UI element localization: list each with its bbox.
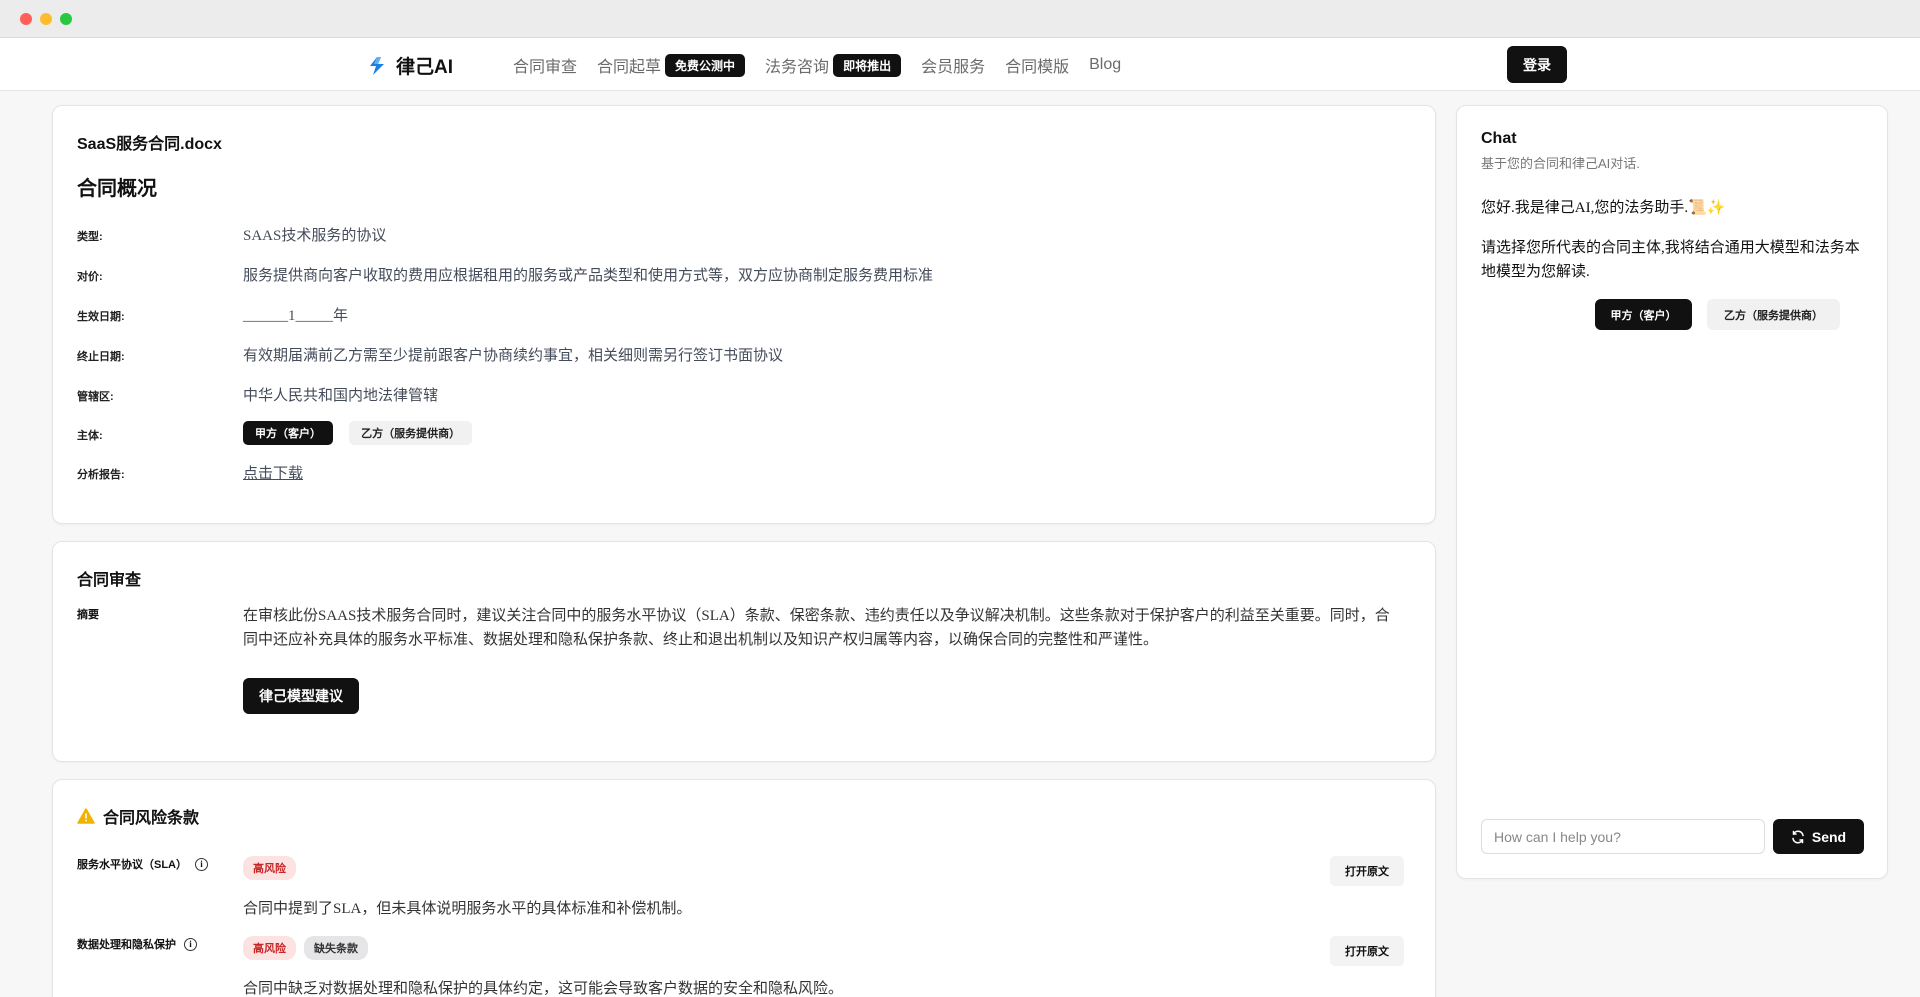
type-value: SAAS技术服务的协议 xyxy=(243,228,387,244)
maximize-window-button[interactable] xyxy=(60,13,72,25)
type-label: 类型: xyxy=(77,231,103,243)
send-label: Send xyxy=(1811,828,1847,845)
price-value: 服务提供商向客户收取的费用应根据租用的服务或产品类型和使用方式等，双方应协商制定… xyxy=(243,268,934,284)
nav-item-label: 法务咨询 xyxy=(765,59,830,76)
report-label: 分析报告: xyxy=(77,469,125,481)
contract-overview-card: SaaS服务合同.docx 合同概况 类型: SAAS技术服务的协议 对价: 服… xyxy=(52,105,1436,524)
chat-greeting: 您好.我是律己AI,您的法务助手.📜✨ xyxy=(1481,200,1726,216)
price-label: 对价: xyxy=(77,271,103,283)
risk-clauses-card: 合同风险条款 服务水平协议（SLA） i 高风险 打开原文 合同中提到了SLA，… xyxy=(52,779,1436,997)
window-titlebar xyxy=(0,0,1920,38)
risk-item-label: 数据处理和隐私保护 xyxy=(77,939,176,951)
logo[interactable]: 律己AI xyxy=(366,52,453,79)
risk-item-privacy-name: 数据处理和隐私保护 i xyxy=(77,936,197,952)
risk-item-privacy-tags: 高风险 缺失条款 xyxy=(243,936,368,960)
nav-item-label: 合同审查 xyxy=(513,59,578,76)
send-button[interactable]: Send xyxy=(1773,819,1864,854)
close-window-button[interactable] xyxy=(20,13,32,25)
jurisdiction-value: 中华人民共和国内地法律管辖 xyxy=(243,388,439,404)
logo-icon xyxy=(370,56,384,75)
risk-item-privacy-desc: 合同中缺乏对数据处理和隐私保护的具体约定，这可能会导致客户数据的安全和隐私风险。 xyxy=(243,981,844,997)
nav-item-label: 合同模版 xyxy=(1005,59,1070,76)
nav-item-templates[interactable]: 合同模版 xyxy=(1005,53,1069,77)
chat-subtitle: 基于您的合同和律己AI对话. xyxy=(1481,156,1640,171)
info-icon[interactable]: i xyxy=(184,937,197,951)
warning-icon xyxy=(77,808,95,824)
risk-item-sla-tags: 高风险 xyxy=(243,856,296,880)
open-original-button[interactable]: 打开原文 xyxy=(1330,936,1404,966)
nav-menu: 合同审查 合同起草 免费公测中 法务咨询 即将推出 会员服务 合同模版 Blog xyxy=(513,53,1141,77)
logo-text: 律己AI xyxy=(396,57,454,78)
risk-heading: 合同风险条款 xyxy=(77,804,199,828)
nav-item-contract-review[interactable]: 合同审查 xyxy=(513,53,577,77)
free-beta-badge: 免费公测中 xyxy=(665,53,746,77)
chat-panel: Chat 基于您的合同和律己AI对话. 您好.我是律己AI,您的法务助手.📜✨ … xyxy=(1456,105,1888,879)
summary-text: 在审核此份SAAS技术服务合同时，建议关注合同中的服务水平协议（SLA）条款、保… xyxy=(243,608,1390,648)
report-value: 点击下载 xyxy=(243,462,303,483)
parties-label: 主体: xyxy=(77,430,103,442)
open-original-button[interactable]: 打开原文 xyxy=(1330,856,1404,886)
start-date-label: 生效日期: xyxy=(77,311,125,323)
high-risk-badge: 高风险 xyxy=(243,856,296,880)
chat-input[interactable] xyxy=(1481,819,1765,854)
nav-item-contract-drafting[interactable]: 合同起草 免费公测中 xyxy=(597,53,746,77)
risk-item-sla-desc: 合同中提到了SLA，但未具体说明服务水平的具体标准和补偿机制。 xyxy=(243,901,692,917)
high-risk-badge: 高风险 xyxy=(243,936,296,960)
minimize-window-button[interactable] xyxy=(40,13,52,25)
top-navbar: 律己AI 合同审查 合同起草 免费公测中 法务咨询 即将推出 会员服务 合同模版… xyxy=(0,38,1920,91)
coming-soon-badge: 即将推出 xyxy=(833,53,902,77)
chat-party-b-button[interactable]: 乙方（服务提供商） xyxy=(1707,299,1840,330)
party-b-button[interactable]: 乙方（服务提供商） xyxy=(349,421,473,445)
nav-item-membership[interactable]: 会员服务 xyxy=(921,53,985,77)
end-date-value: 有效期届满前乙方需至少提前跟客户协商续约事宜，相关细则需另行签订书面协议 xyxy=(243,348,784,364)
nav-item-label: 会员服务 xyxy=(921,59,986,76)
nav-item-blog[interactable]: Blog xyxy=(1089,56,1121,74)
contract-review-card: 合同审查 摘要 在审核此份SAAS技术服务合同时，建议关注合同中的服务水平协议（… xyxy=(52,541,1436,762)
login-button[interactable]: 登录 xyxy=(1507,46,1567,83)
party-a-button[interactable]: 甲方（客户） xyxy=(243,421,333,445)
download-report-link[interactable]: 点击下载 xyxy=(243,465,303,482)
review-title: 合同审查 xyxy=(77,572,142,589)
chat-prompt: 请选择您所代表的合同主体,我将结合通用大模型和法务本地模型为您解读. xyxy=(1481,240,1860,280)
summary-label: 摘要 xyxy=(77,609,99,621)
risk-item-sla-name: 服务水平协议（SLA） i xyxy=(77,856,208,872)
model-advice-button[interactable]: 律己模型建议 xyxy=(243,678,359,714)
nav-item-label: 合同起草 xyxy=(597,59,662,76)
missing-clause-badge: 缺失条款 xyxy=(304,936,368,960)
chat-title: Chat xyxy=(1481,130,1517,147)
jurisdiction-label: 管辖区: xyxy=(77,391,114,403)
refresh-icon xyxy=(1792,829,1804,844)
info-icon[interactable]: i xyxy=(195,857,208,871)
nav-item-legal-consult[interactable]: 法务咨询 即将推出 xyxy=(765,53,902,77)
end-date-label: 终止日期: xyxy=(77,351,125,363)
start-date-value: ______1_____年 xyxy=(243,308,349,324)
risk-title: 合同风险条款 xyxy=(103,810,200,827)
risk-item-label: 服务水平协议（SLA） xyxy=(77,859,187,871)
overview-title: 合同概况 xyxy=(77,178,157,200)
nav-item-label: Blog xyxy=(1089,56,1122,73)
parties-pills: 甲方（客户） 乙方（服务提供商） xyxy=(243,421,473,445)
chat-party-a-button[interactable]: 甲方（客户） xyxy=(1595,299,1692,330)
file-name: SaaS服务合同.docx xyxy=(77,136,222,153)
